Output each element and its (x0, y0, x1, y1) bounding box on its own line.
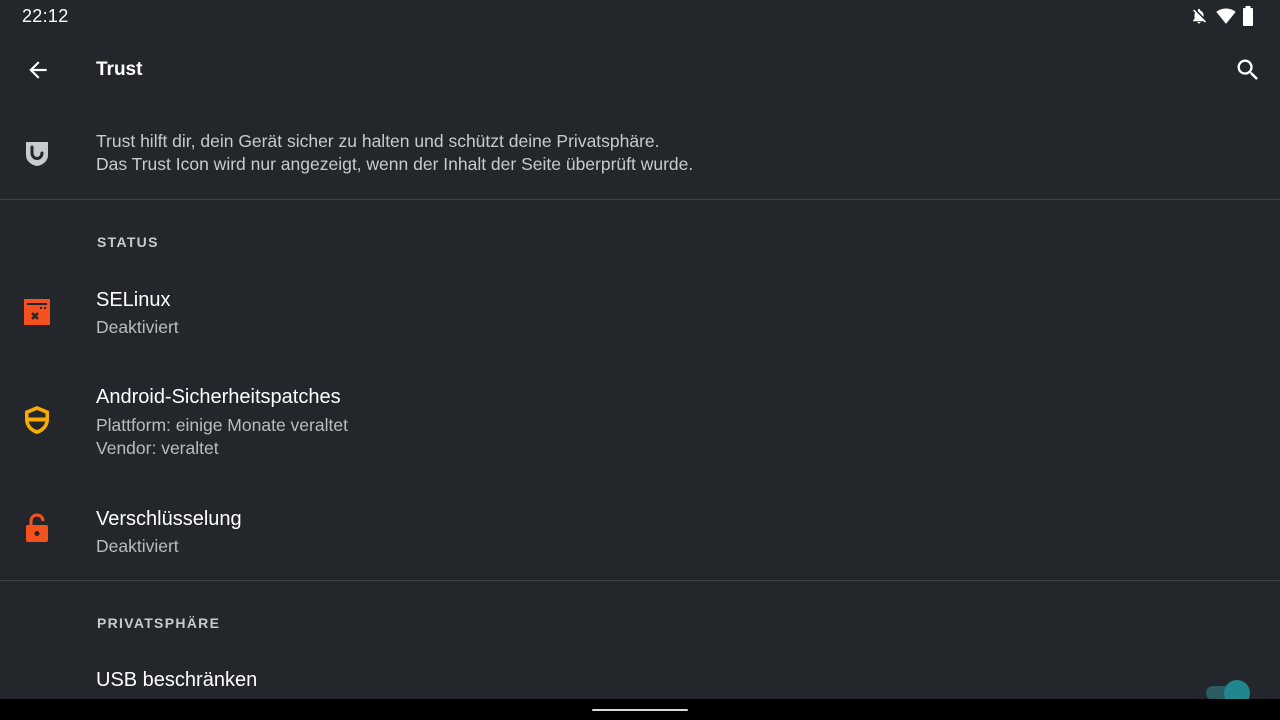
notifications-off-icon (1190, 6, 1208, 26)
battery-icon (1242, 6, 1260, 26)
item-subtitle: Deaktiviert (96, 317, 179, 337)
status-item-security-patches[interactable]: Android-Sicherheitspatches Plattform: ei… (0, 378, 1280, 468)
back-button[interactable] (16, 48, 60, 92)
section-header-privacy: PRIVATSPHÄRE (97, 615, 221, 631)
item-title: Verschlüsselung (96, 508, 242, 530)
item-subtitle: Plattform: einige Monate veraltet (96, 415, 348, 435)
search-button[interactable] (1226, 48, 1270, 92)
status-icons (1190, 6, 1260, 26)
page-title: Trust (96, 59, 143, 80)
item-title: USB beschränken (96, 669, 258, 691)
gesture-handle[interactable] (592, 709, 688, 711)
item-title: Android-Sicherheitspatches (96, 386, 341, 408)
trust-settings-screen: 22:12 Trust Trust hilft dir, dein Gerät … (0, 0, 1280, 720)
status-bar: 22:12 (0, 0, 1280, 32)
intro-line-1: Trust hilft dir, dein Gerät sicher zu ha… (96, 131, 660, 151)
item-subtitle-2: Vendor: veraltet (96, 438, 219, 458)
selinux-disabled-icon (22, 296, 52, 326)
item-subtitle: Deaktiviert (96, 536, 179, 556)
arrow-back-icon (29, 61, 47, 79)
divider (0, 199, 1280, 200)
trust-intro: Trust hilft dir, dein Gerät sicher zu ha… (0, 120, 1280, 199)
app-toolbar: Trust (0, 40, 1280, 100)
divider (0, 580, 1280, 581)
trust-shield-icon (22, 138, 52, 168)
intro-text: Trust hilft dir, dein Gerät sicher zu ha… (96, 130, 693, 176)
item-title: SELinux (96, 289, 171, 311)
status-item-encryption[interactable]: Verschlüsselung Deaktiviert (0, 498, 1280, 568)
section-header-status: STATUS (97, 234, 159, 250)
navigation-bar (0, 699, 1280, 720)
status-time: 22:12 (22, 6, 69, 26)
wifi-icon (1216, 6, 1236, 26)
intro-line-2: Das Trust Icon wird nur angezeigt, wenn … (96, 154, 694, 174)
security-patch-icon (22, 405, 52, 435)
search-icon (1237, 59, 1258, 80)
status-item-selinux[interactable]: SELinux Deaktiviert (0, 280, 1280, 350)
lock-open-icon (22, 513, 52, 543)
